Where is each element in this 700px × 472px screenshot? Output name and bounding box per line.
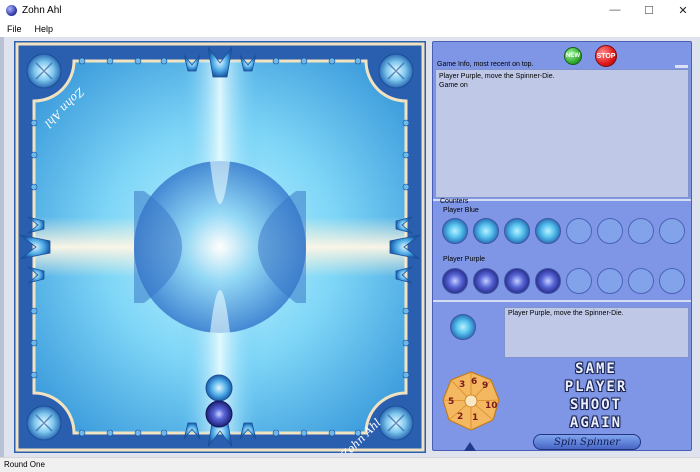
empty-counter-slot — [597, 268, 623, 294]
spinner-graphic: 3 6 9 10 1 2 5 — [442, 371, 500, 431]
spinner-hub — [464, 394, 478, 408]
stop-button[interactable]: STOP — [595, 45, 617, 67]
game-info-label: Game Info, most recent on top. — [437, 61, 534, 68]
board-graphic: Zohn Ahl Zohn Ahl — [14, 41, 426, 453]
menu-help[interactable]: Help — [28, 24, 60, 34]
client-area: Zohn Ahl Zohn Ahl NEW STOP Game Info, mo… — [0, 37, 700, 457]
spinner-number: 2 — [457, 412, 463, 422]
status-bar: Round One — [0, 457, 700, 472]
counters-label: Counters — [440, 198, 469, 205]
app-icon — [6, 4, 17, 16]
purple-counter-row — [442, 268, 685, 294]
same-player-banner: SAME PLAYER SHOOT AGAIN — [531, 360, 661, 432]
blue-piece[interactable] — [205, 374, 233, 402]
empty-counter-slot — [597, 218, 623, 244]
empty-counter-slot — [566, 268, 592, 294]
purple-counter — [442, 268, 468, 294]
spinner-number: 3 — [459, 380, 465, 390]
empty-counter-slot — [628, 218, 654, 244]
purple-counter — [535, 268, 561, 294]
spin-spinner-button[interactable]: Spin Spinner — [533, 434, 641, 450]
purple-counter — [473, 268, 499, 294]
blue-counter — [473, 218, 499, 244]
spinner-number: 1 — [472, 413, 478, 423]
maximize-button[interactable]: ☐ — [632, 0, 666, 20]
banner-line: SHOOT — [569, 397, 623, 413]
empty-counter-slot — [566, 218, 592, 244]
current-turn-counter — [450, 314, 476, 340]
game-info-log: Player Purple, move the Spinner-Die. Gam… — [435, 69, 689, 198]
spinner-number: 5 — [448, 397, 454, 407]
banner-line: AGAIN — [569, 415, 623, 431]
left-edge — [0, 37, 4, 457]
new-game-button[interactable]: NEW — [564, 47, 582, 65]
blue-counter — [535, 218, 561, 244]
info-panel: NEW STOP Game Info, most recent on top. … — [432, 41, 692, 451]
blue-counter — [442, 218, 468, 244]
collapse-bar[interactable] — [675, 65, 688, 68]
game-info-line: Game on — [439, 82, 468, 89]
spinner-number: 10 — [485, 401, 498, 411]
player-blue-label: Player Blue — [443, 207, 479, 214]
player-purple-label: Player Purple — [443, 256, 486, 263]
menu-file[interactable]: File — [0, 24, 28, 34]
spinner-die[interactable]: 3 6 9 10 1 2 5 — [441, 370, 501, 439]
divider — [433, 300, 691, 302]
window-title: Zohn Ahl — [22, 4, 62, 16]
menu-bar: File Help — [0, 20, 700, 37]
spinner-pointer-icon — [464, 442, 476, 451]
game-info-line: Player Purple, move the Spinner-Die. — [439, 73, 555, 80]
empty-counter-slot — [659, 268, 685, 294]
blue-counter-row — [442, 218, 685, 244]
app-window: Zohn Ahl — ☐ ✕ File Help Zohn Ahl Zohn A… — [0, 0, 700, 472]
spinner-number: 6 — [471, 377, 477, 387]
game-board[interactable]: Zohn Ahl Zohn Ahl — [14, 41, 426, 453]
divider — [433, 199, 691, 201]
spinner-number: 9 — [482, 381, 488, 391]
minimize-button[interactable]: — — [598, 0, 632, 20]
window-controls: — ☐ ✕ — [598, 0, 700, 20]
banner-line: SAME — [575, 361, 617, 377]
empty-counter-slot — [628, 268, 654, 294]
banner-line: PLAYER — [564, 379, 628, 395]
blue-counter — [504, 218, 530, 244]
title-bar: Zohn Ahl — ☐ ✕ — [0, 0, 700, 20]
purple-counter — [504, 268, 530, 294]
empty-counter-slot — [659, 218, 685, 244]
status-message-box: Player Purple, move the Spinner-Die. — [504, 307, 689, 358]
close-button[interactable]: ✕ — [666, 0, 700, 20]
purple-piece[interactable] — [205, 400, 233, 428]
